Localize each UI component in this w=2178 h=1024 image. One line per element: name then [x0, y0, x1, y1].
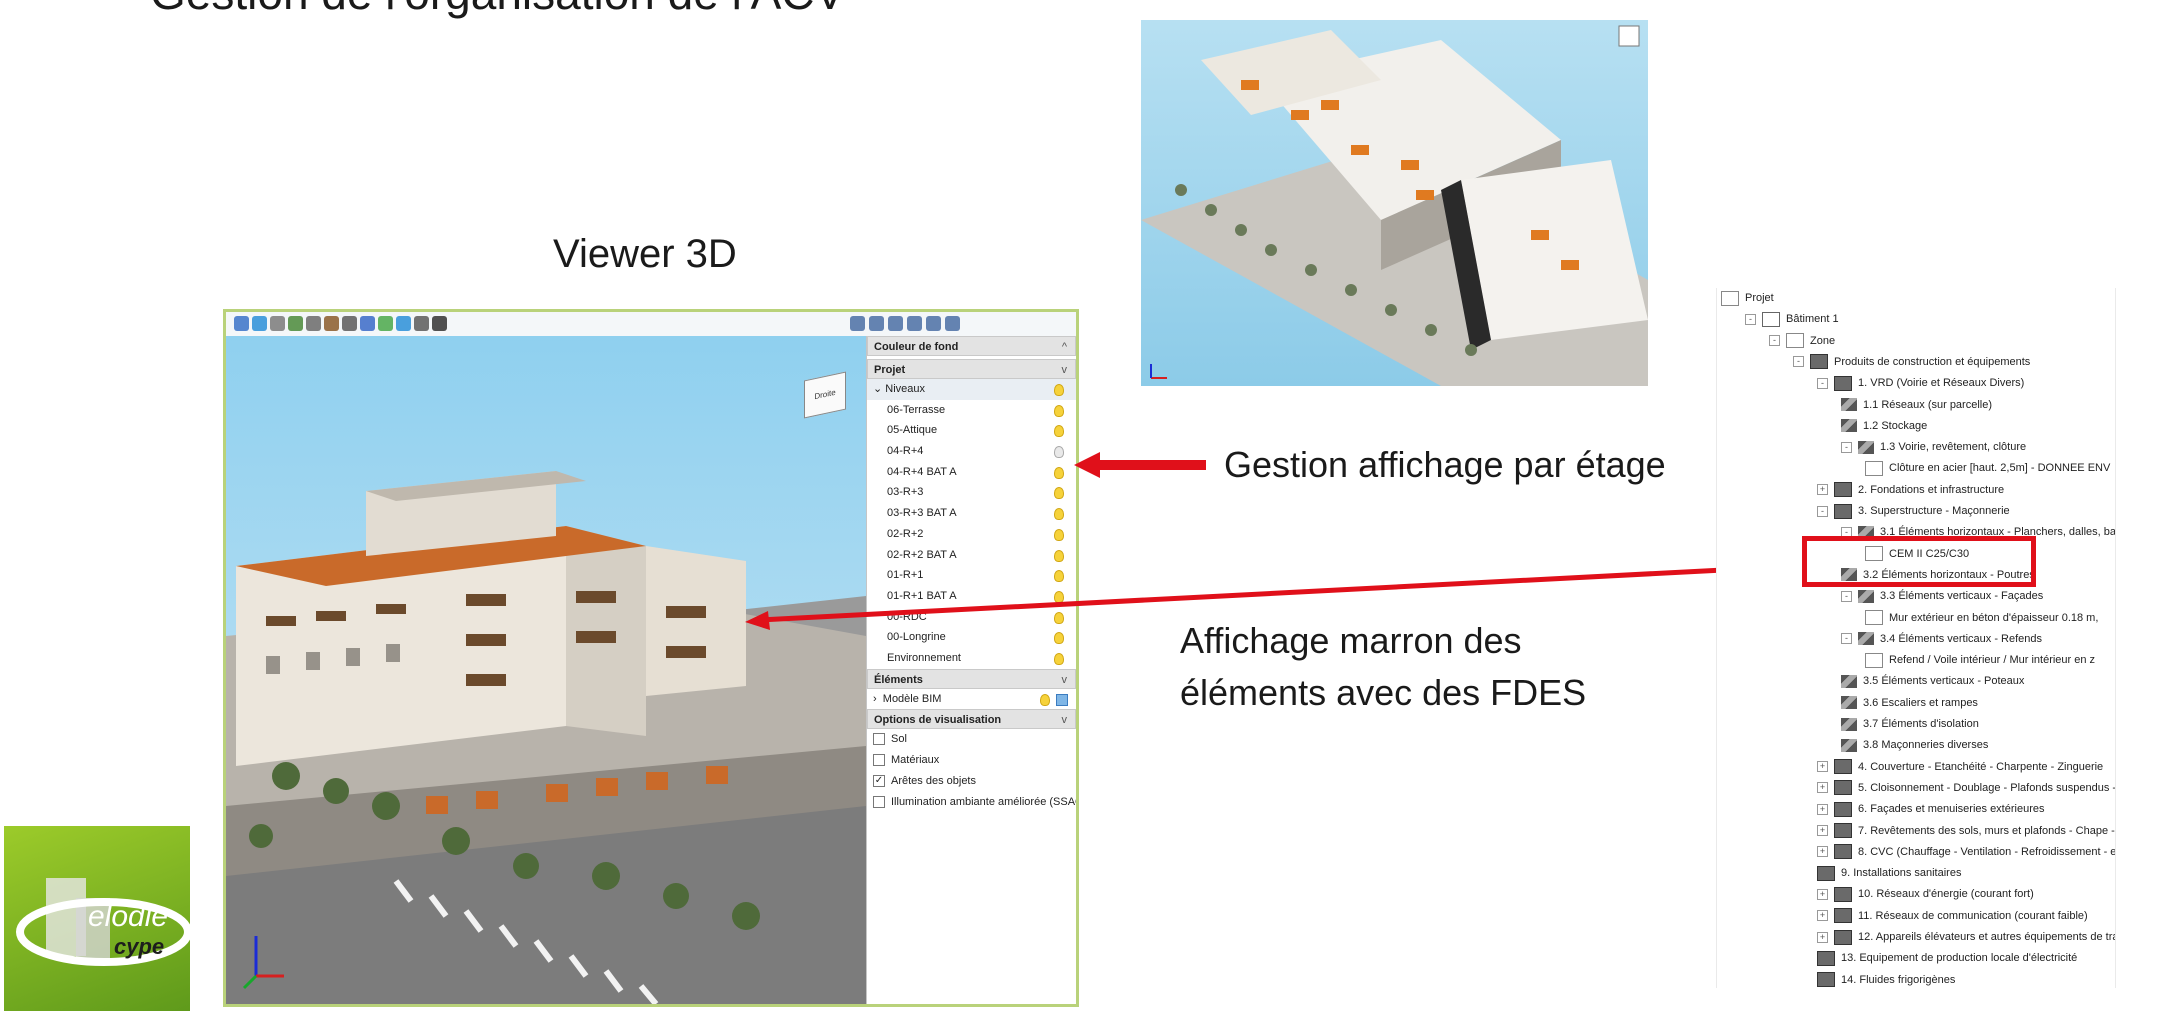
collapse-icon[interactable]: - — [1841, 590, 1852, 602]
tree-item[interactable]: +4. Couverture - Etanchéité - Charpente … — [1817, 757, 2103, 778]
box-icon — [1834, 503, 1852, 519]
tree-item[interactable]: -3. Superstructure - Maçonnerie — [1817, 501, 2010, 522]
expand-icon[interactable]: + — [1817, 825, 1828, 837]
box-icon — [1817, 865, 1835, 881]
stairs-icon — [1841, 738, 1857, 752]
box-icon — [1817, 972, 1835, 988]
tree-item[interactable]: 3.7 Éléments d'isolation — [1841, 714, 1979, 735]
top-view-screenshot — [1141, 20, 1648, 386]
tree-item[interactable]: +2. Fondations et infrastructure — [1817, 480, 2004, 501]
box-icon — [1834, 844, 1852, 860]
collapse-icon[interactable]: - — [1817, 377, 1828, 389]
box-icon — [1834, 801, 1852, 817]
arrow-head-fdes — [745, 611, 770, 630]
box-icon — [1834, 823, 1852, 839]
logo-word-elodie: elodie — [88, 900, 169, 933]
stairs-icon — [1858, 589, 1874, 603]
tree-item[interactable]: +10. Réseaux d'énergie (courant fort) — [1817, 884, 2034, 905]
expand-icon[interactable]: + — [1817, 888, 1828, 900]
tree-item[interactable]: -3.3 Éléments verticaux - Façades — [1841, 586, 2043, 607]
tree-item[interactable]: +6. Façades et menuiseries extérieures — [1817, 799, 2044, 820]
tree-item[interactable]: -1. VRD (Voirie et Réseaux Divers) — [1817, 373, 2024, 394]
arrow-shaft-levels — [1100, 460, 1206, 470]
stairs-icon — [1858, 440, 1874, 454]
elodie-cype-logo: elodie cype — [4, 826, 192, 1011]
stairs-icon — [1841, 717, 1857, 731]
tree-item[interactable]: +12. Appareils élévateurs et autres équi… — [1817, 927, 2115, 948]
box-icon — [1834, 929, 1852, 945]
tree-item[interactable]: 13. Equipement de production locale d'él… — [1817, 948, 2077, 969]
tree-item[interactable]: - Zone — [1769, 331, 1835, 352]
stairs-icon — [1841, 419, 1857, 433]
folder-icon — [1786, 333, 1804, 349]
home-icon — [1762, 311, 1780, 327]
tree-item[interactable]: 3.6 Escaliers et rampes — [1841, 693, 1978, 714]
tree-item[interactable]: 3.8 Maçonneries diverses — [1841, 735, 1988, 756]
arrow-head-levels — [1074, 452, 1100, 478]
tree-item[interactable]: -1.3 Voirie, revêtement, clôture — [1841, 437, 2026, 458]
mat-icon — [1865, 652, 1883, 668]
expand-icon[interactable]: + — [1817, 803, 1828, 815]
stairs-icon — [1858, 632, 1874, 646]
stairs-icon — [1841, 398, 1857, 412]
expand-icon[interactable]: + — [1817, 910, 1828, 922]
navigation-cube-icon — [1618, 25, 1640, 47]
expand-icon[interactable]: + — [1817, 484, 1828, 496]
tree-item[interactable]: +11. Réseaux de communication (courant f… — [1817, 906, 2088, 927]
arrow-line-fdes — [759, 563, 1801, 623]
tree-item[interactable]: 1.1 Réseaux (sur parcelle) — [1841, 395, 1992, 416]
box-icon — [1834, 886, 1852, 902]
tree-item[interactable]: Clôture en acier [haut. 2,5m] - DONNEE E… — [1865, 458, 2110, 479]
expand-icon[interactable]: + — [1817, 761, 1828, 773]
tree-item[interactable]: 1.2 Stockage — [1841, 416, 1927, 437]
folder-icon — [1721, 290, 1739, 306]
box-icon — [1834, 908, 1852, 924]
highlight-box-fdes — [1802, 536, 2036, 587]
mat-icon — [1865, 460, 1883, 476]
collapse-icon[interactable]: - — [1841, 441, 1852, 453]
expand-icon[interactable]: + — [1817, 846, 1828, 858]
tree-item[interactable]: - Bâtiment 1 — [1745, 309, 1839, 330]
tree-item[interactable]: +5. Cloisonnement - Doublage - Plafonds … — [1817, 778, 2115, 799]
stairs-icon — [1841, 674, 1857, 688]
box-icon — [1817, 950, 1835, 966]
mat-icon — [1865, 610, 1883, 626]
tree-item[interactable]: +8. CVC (Chauffage - Ventilation - Refro… — [1817, 842, 2115, 863]
tree-item[interactable]: 9. Installations sanitaires — [1817, 863, 1961, 884]
tree-item[interactable]: 3.5 Éléments verticaux - Poteaux — [1841, 671, 2024, 692]
stairs-icon — [1841, 696, 1857, 710]
box-icon — [1810, 354, 1828, 370]
expand-icon[interactable]: + — [1817, 782, 1828, 794]
tree-item[interactable]: -3.4 Éléments verticaux - Refends — [1841, 629, 2042, 650]
logo-word-cype: cype — [114, 934, 165, 959]
box-icon — [1834, 375, 1852, 391]
tree-item[interactable]: - Produits de construction et équipements — [1793, 352, 2030, 373]
collapse-icon[interactable]: - — [1769, 335, 1780, 347]
collapse-icon[interactable]: - — [1745, 313, 1756, 325]
box-icon — [1834, 780, 1852, 796]
project-tree-panel: Projet - Bâtiment 1- Zone - Produits de const… — [1716, 288, 2116, 988]
box-icon — [1834, 482, 1852, 498]
collapse-icon[interactable]: - — [1841, 633, 1852, 645]
tree-item[interactable]: +7. Revêtements des sols, murs et plafon… — [1817, 821, 2115, 842]
collapse-icon[interactable]: - — [1793, 356, 1804, 368]
tree-item[interactable]: Refend / Voile intérieur / Mur intérieur… — [1865, 650, 2095, 671]
expand-icon[interactable]: + — [1817, 931, 1828, 943]
tree-item[interactable]: Projet — [1721, 288, 1774, 309]
tree-item[interactable]: Mur extérieur en béton d'épaisseur 0.18 … — [1865, 608, 2098, 629]
box-icon — [1834, 759, 1852, 775]
tree-item[interactable]: 14. Fluides frigorigènes — [1817, 970, 1955, 988]
collapse-icon[interactable]: - — [1817, 505, 1828, 517]
